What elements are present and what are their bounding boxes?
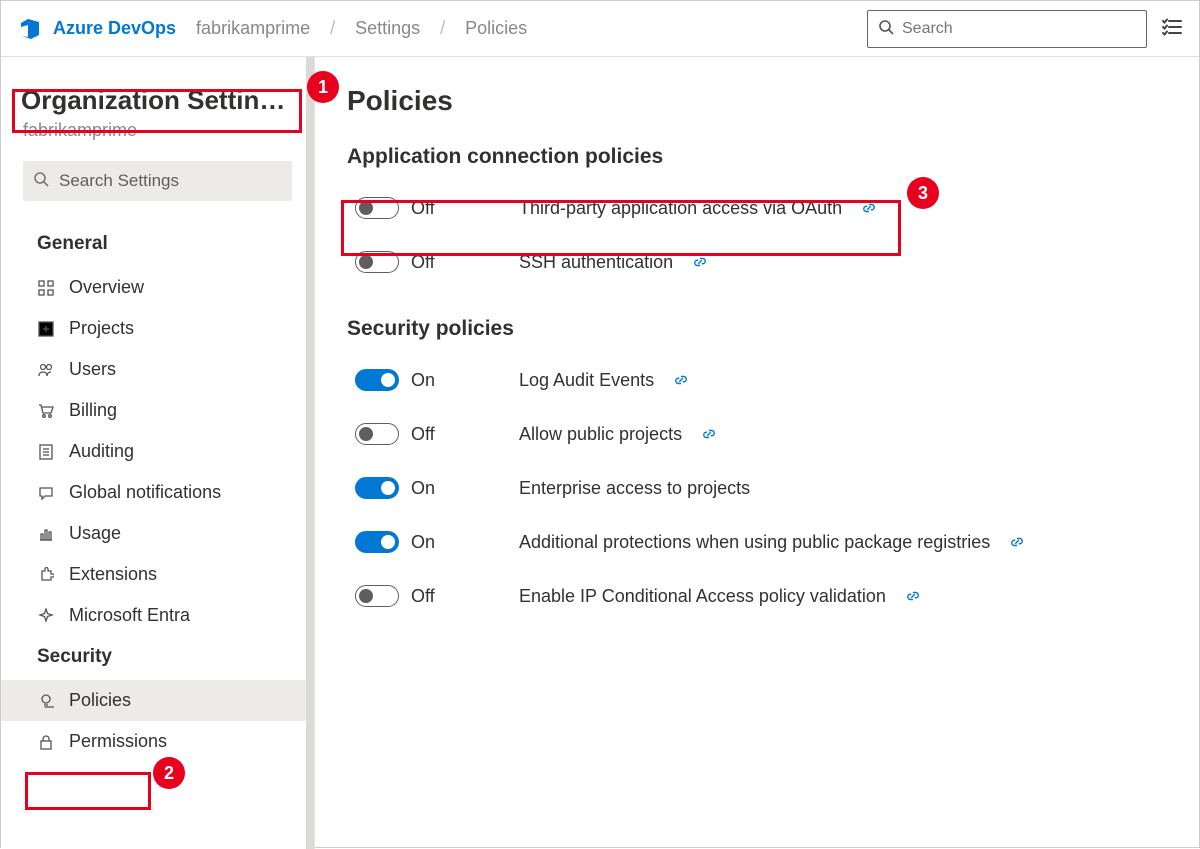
policy-label: Additional protections when using public… bbox=[519, 532, 990, 553]
sidebar-item-label: Microsoft Entra bbox=[69, 605, 190, 626]
sidebar-item-label: Permissions bbox=[69, 731, 167, 752]
sidebar-item-label: Auditing bbox=[69, 441, 134, 462]
sidebar-item-label: Overview bbox=[69, 277, 144, 298]
link-icon[interactable] bbox=[862, 201, 876, 215]
sidebar-group-general: General bbox=[1, 223, 314, 267]
sidebar-item-policies[interactable]: Policies bbox=[1, 680, 314, 721]
sidebar-item-projects[interactable]: Projects bbox=[1, 308, 314, 349]
page-title: Policies bbox=[347, 85, 1159, 117]
link-icon[interactable] bbox=[693, 255, 707, 269]
policy-oauth: Off Third-party application access via O… bbox=[347, 181, 1159, 235]
toggle-state: Off bbox=[411, 424, 471, 445]
sidebar-item-microsoft-entra[interactable]: Microsoft Entra bbox=[1, 595, 314, 636]
breadcrumb-sep: / bbox=[434, 18, 451, 39]
breadcrumb-settings[interactable]: Settings bbox=[351, 18, 424, 39]
toggle-state: Off bbox=[411, 198, 471, 219]
sidebar-item-label: Policies bbox=[69, 690, 131, 711]
toggle-state: On bbox=[411, 532, 471, 553]
sidebar-search-placeholder: Search Settings bbox=[59, 171, 179, 191]
grid-icon bbox=[37, 280, 55, 296]
toggle-state: On bbox=[411, 478, 471, 499]
toggle-oauth[interactable] bbox=[355, 197, 399, 219]
bar-icon bbox=[37, 526, 55, 542]
sidebar-org: fabrikamprime bbox=[1, 116, 314, 155]
sidebar-item-label: Usage bbox=[69, 523, 121, 544]
policy-ip-cap: Off Enable IP Conditional Access policy … bbox=[347, 569, 1159, 623]
section-security: Security policies bbox=[347, 317, 1159, 341]
policy-public-projects: Off Allow public projects bbox=[347, 407, 1159, 461]
toggle-state: Off bbox=[411, 252, 471, 273]
sidebar-item-overview[interactable]: Overview bbox=[1, 267, 314, 308]
toggle-audit[interactable] bbox=[355, 369, 399, 391]
search-icon bbox=[33, 171, 49, 192]
plus-box-icon bbox=[37, 321, 55, 337]
breadcrumb-policies[interactable]: Policies bbox=[461, 18, 531, 39]
sidebar-group-security: Security bbox=[1, 636, 314, 680]
link-icon[interactable] bbox=[674, 373, 688, 387]
people-icon bbox=[37, 362, 55, 378]
brand-label[interactable]: Azure DevOps bbox=[53, 18, 176, 39]
global-search-input[interactable] bbox=[902, 20, 1136, 38]
sidebar-resize-handle[interactable] bbox=[306, 57, 314, 849]
sidebar-item-label: Billing bbox=[69, 400, 117, 421]
policy-package-protections: On Additional protections when using pub… bbox=[347, 515, 1159, 569]
link-icon[interactable] bbox=[906, 589, 920, 603]
sidebar-item-label: Extensions bbox=[69, 564, 157, 585]
sidebar-item-label: Global notifications bbox=[69, 482, 221, 503]
top-bar: Azure DevOps fabrikamprime / Settings / … bbox=[1, 1, 1199, 57]
policy-label: Enterprise access to projects bbox=[519, 478, 750, 499]
sparkle-icon bbox=[37, 608, 55, 624]
sidebar-item-usage[interactable]: Usage bbox=[1, 513, 314, 554]
sidebar-item-label: Users bbox=[69, 359, 116, 380]
lock-icon bbox=[37, 734, 55, 750]
search-icon bbox=[878, 19, 894, 38]
policy-label: SSH authentication bbox=[519, 252, 673, 273]
sidebar-item-label: Projects bbox=[69, 318, 134, 339]
section-app-connection: Application connection policies bbox=[347, 145, 1159, 169]
policy-label: Allow public projects bbox=[519, 424, 682, 445]
global-search[interactable] bbox=[867, 10, 1147, 48]
policy-label: Enable IP Conditional Access policy vali… bbox=[519, 586, 886, 607]
sidebar-item-extensions[interactable]: Extensions bbox=[1, 554, 314, 595]
policy-enterprise-access: On Enterprise access to projects bbox=[347, 461, 1159, 515]
toggle-state: Off bbox=[411, 586, 471, 607]
toggle-public-projects[interactable] bbox=[355, 423, 399, 445]
chat-icon bbox=[37, 485, 55, 501]
sidebar: Organization Settin… fabrikamprime Searc… bbox=[1, 57, 315, 849]
main-content: Policies Application connection policies… bbox=[315, 57, 1199, 849]
toggle-ip-cap[interactable] bbox=[355, 585, 399, 607]
sidebar-item-auditing[interactable]: Auditing bbox=[1, 431, 314, 472]
work-items-icon[interactable] bbox=[1161, 16, 1183, 41]
link-icon[interactable] bbox=[1010, 535, 1024, 549]
puzzle-icon bbox=[37, 567, 55, 583]
policy-audit: On Log Audit Events bbox=[347, 353, 1159, 407]
toggle-package-protections[interactable] bbox=[355, 531, 399, 553]
policy-ssh: Off SSH authentication bbox=[347, 235, 1159, 289]
azure-devops-logo-icon bbox=[17, 16, 43, 42]
sidebar-item-billing[interactable]: Billing bbox=[1, 390, 314, 431]
policy-label: Third-party application access via OAuth bbox=[519, 198, 842, 219]
toggle-ssh[interactable] bbox=[355, 251, 399, 273]
bulb-icon bbox=[37, 693, 55, 709]
sidebar-item-permissions[interactable]: Permissions bbox=[1, 721, 314, 762]
log-icon bbox=[37, 444, 55, 460]
cart-icon bbox=[37, 403, 55, 419]
breadcrumb-org[interactable]: fabrikamprime bbox=[192, 18, 314, 39]
toggle-enterprise-access[interactable] bbox=[355, 477, 399, 499]
breadcrumb-sep: / bbox=[324, 18, 341, 39]
toggle-state: On bbox=[411, 370, 471, 391]
sidebar-item-global-notifications[interactable]: Global notifications bbox=[1, 472, 314, 513]
sidebar-search[interactable]: Search Settings bbox=[23, 161, 292, 201]
sidebar-title: Organization Settin… bbox=[1, 85, 314, 116]
sidebar-item-users[interactable]: Users bbox=[1, 349, 314, 390]
policy-label: Log Audit Events bbox=[519, 370, 654, 391]
link-icon[interactable] bbox=[702, 427, 716, 441]
